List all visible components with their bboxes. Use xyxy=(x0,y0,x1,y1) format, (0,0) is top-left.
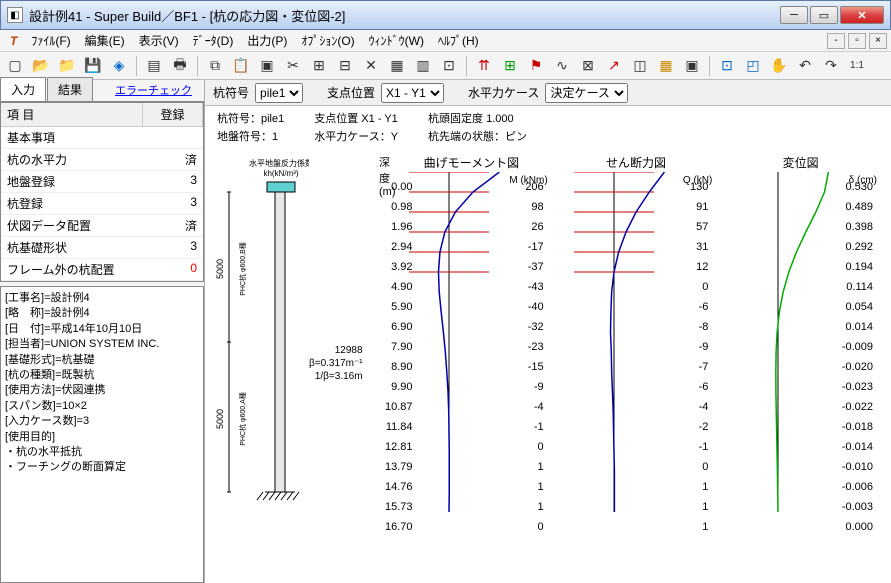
info-tip: 杭先端の状態：ピン xyxy=(428,128,527,144)
t18-icon[interactable]: ▣ xyxy=(681,55,703,77)
new-icon[interactable]: ▢ xyxy=(4,55,26,77)
info-ground: 地盤符号：1 xyxy=(217,128,284,144)
toolbar: ▢ 📂 📁 💾 ◈ ▤ 🖶 ⧉ 📋 ▣ ✂ ⊞ ⊟ ✕ ▦ ▥ ⊡ ⇈ ⊞ ⚑ … xyxy=(0,52,891,80)
t5-icon[interactable]: ⊞ xyxy=(308,55,330,77)
copy-icon[interactable]: ⧉ xyxy=(204,55,226,77)
scale-icon[interactable]: 1:1 xyxy=(846,55,868,77)
open-icon[interactable]: 📂 xyxy=(30,55,52,77)
t7-icon[interactable]: ✕ xyxy=(360,55,382,77)
menu-t[interactable]: T xyxy=(4,32,23,50)
error-check-link[interactable]: エラーチェック xyxy=(107,79,200,101)
undo-icon[interactable]: ↶ xyxy=(794,55,816,77)
t6-icon[interactable]: ⊟ xyxy=(334,55,356,77)
print-preview-icon[interactable]: ▤ xyxy=(143,55,165,77)
flag-icon[interactable]: ⚑ xyxy=(525,55,547,77)
app-icon: ◧ xyxy=(7,7,23,23)
print-icon[interactable]: 🖶 xyxy=(169,55,191,77)
hand-icon[interactable]: ✋ xyxy=(768,55,790,77)
grid-row[interactable]: 杭の水平力済 xyxy=(1,149,203,171)
grid-row[interactable]: 基本事項 xyxy=(1,127,203,149)
arrow2-icon[interactable]: ↗ xyxy=(603,55,625,77)
sel-pos[interactable]: X1 - Y1 xyxy=(381,83,444,103)
mdi-min[interactable]: - xyxy=(827,33,845,49)
t8-icon[interactable]: ▦ xyxy=(386,55,408,77)
control-bar: 杭符号 pile1 支点位置 X1 - Y1 水平力ケース 決定ケース xyxy=(205,80,891,106)
svg-text:5000: 5000 xyxy=(215,409,225,429)
items-grid: 項 目登録 基本事項杭の水平力済地盤登録3杭登録3伏図データ配置済杭基礎形状3フ… xyxy=(0,102,204,282)
menu-edit[interactable]: 編集(E) xyxy=(79,30,131,51)
sel-case[interactable]: 決定ケース xyxy=(545,83,628,103)
tab-input[interactable]: 入力 xyxy=(0,77,46,101)
sel-pile[interactable]: pile1 xyxy=(255,83,303,103)
open2-icon[interactable]: 📁 xyxy=(56,55,78,77)
zoomwin-icon[interactable]: ◰ xyxy=(742,55,764,77)
mdi-restore[interactable]: ▫ xyxy=(848,33,866,49)
lbl-pos: 支点位置 xyxy=(327,84,375,101)
maximize-button[interactable]: ▭ xyxy=(810,6,838,24)
grid-row[interactable]: 地盤登録3 xyxy=(1,171,203,193)
t17-icon[interactable]: ▦ xyxy=(655,55,677,77)
svg-text:水平地盤反力係数: 水平地盤反力係数 xyxy=(249,158,309,168)
ibeta: 1/β=3.16m xyxy=(309,370,363,383)
hdr-reg: 登録 xyxy=(143,103,203,126)
beta-n: 12988 xyxy=(309,344,363,357)
grid-row[interactable]: 杭基礎形状3 xyxy=(1,237,203,259)
info-case: 水平力ケース：Y xyxy=(314,128,398,144)
paste-icon[interactable]: 📋 xyxy=(230,55,252,77)
mdi-close[interactable]: × xyxy=(869,33,887,49)
curve-icon[interactable]: ∿ xyxy=(551,55,573,77)
shear-chart: せん断力図 Q (kN) 130915731120-6-8-9-7-6-4-2-… xyxy=(554,154,719,577)
t9-icon[interactable]: ▥ xyxy=(412,55,434,77)
menu-option[interactable]: ｵﾌﾟｼｮﾝ(O) xyxy=(295,30,360,51)
hdr-item: 項 目 xyxy=(1,103,143,126)
svg-text:5000: 5000 xyxy=(215,259,225,279)
menu-window[interactable]: ｳｨﾝﾄﾞｳ(W) xyxy=(363,30,430,51)
menu-data[interactable]: ﾃﾞｰﾀ(D) xyxy=(187,30,240,51)
save-icon[interactable]: 💾 xyxy=(82,55,104,77)
menu-output[interactable]: 出力(P) xyxy=(241,30,293,51)
minimize-button[interactable]: ─ xyxy=(780,6,808,24)
window-title: 設計例41 - Super Build／BF1 - [杭の応力図・変位図-2] xyxy=(29,6,774,25)
t10-icon[interactable]: ⊡ xyxy=(438,55,460,77)
disk-icon[interactable]: ◈ xyxy=(108,55,130,77)
lbl-pile: 杭符号 xyxy=(213,84,249,101)
t16-icon[interactable]: ◫ xyxy=(629,55,651,77)
menu-help[interactable]: ﾍﾙﾌﾟ(H) xyxy=(432,30,485,51)
beta: β=0.317m⁻¹ xyxy=(309,357,363,370)
lbl-case: 水平力ケース xyxy=(468,84,539,101)
sel-copy-icon[interactable]: ▣ xyxy=(256,55,278,77)
info-bar: 杭符号：pile1 地盤符号：1 支点位置 X1 - Y1 水平力ケース：Y 杭頭固… xyxy=(205,106,891,148)
titlebar: ◧ 設計例41 - Super Build／BF1 - [杭の応力図・変位図-2… xyxy=(0,0,891,30)
cut-icon[interactable]: ✂ xyxy=(282,55,304,77)
tab-result[interactable]: 結果 xyxy=(47,77,93,101)
disp-chart: 変位図 δ (cm) 0.5300.4890.3980.2920.1940.11… xyxy=(718,154,883,577)
svg-text:PHC杭 φ600,A種: PHC杭 φ600,A種 xyxy=(238,392,247,446)
menubar: T ﾌｧｲﾙ(F) 編集(E) 表示(V) ﾃﾞｰﾀ(D) 出力(P) ｵﾌﾟｼ… xyxy=(0,30,891,52)
depth-hdr: 深度(m) xyxy=(379,154,389,176)
project-info: [工事名]=設計例4[略 称]=設計例4[日 付]=平成14年10月10日[担当… xyxy=(0,286,204,583)
grid-row[interactable]: 伏図データ配置済 xyxy=(1,215,203,237)
info-pile: 杭符号：pile1 xyxy=(217,110,284,126)
arrow-up-icon[interactable]: ⇈ xyxy=(473,55,495,77)
info-pos: 支点位置 X1 - Y1 xyxy=(314,110,398,126)
t14-icon[interactable]: ⊠ xyxy=(577,55,599,77)
redo-icon[interactable]: ↷ xyxy=(820,55,842,77)
menu-file[interactable]: ﾌｧｲﾙ(F) xyxy=(25,30,76,51)
svg-text:PHC杭 φ600,B種: PHC杭 φ600,B種 xyxy=(238,242,247,296)
grid-row[interactable]: 杭登録3 xyxy=(1,193,203,215)
grid-icon[interactable]: ⊞ xyxy=(499,55,521,77)
info-fixity: 杭頭固定度 1.000 xyxy=(428,110,527,126)
moment-chart: 曲げモーメント図 M (kNm) 2069826-17-37-43-40-32-… xyxy=(389,154,554,577)
left-tabs: 入力 結果 エラーチェック xyxy=(0,80,204,102)
menu-view[interactable]: 表示(V) xyxy=(133,30,185,51)
pile-diagram: 水平地盤反力係数 kh(kN/m³) xyxy=(209,154,309,577)
close-button[interactable]: ✕ xyxy=(840,6,884,24)
zoomfit-icon[interactable]: ⊡ xyxy=(716,55,738,77)
svg-text:kh(kN/m³): kh(kN/m³) xyxy=(263,169,298,178)
grid-row[interactable]: フレーム外の杭配置0 xyxy=(1,259,203,281)
chart-area: 水平地盤反力係数 kh(kN/m³) xyxy=(205,148,891,583)
